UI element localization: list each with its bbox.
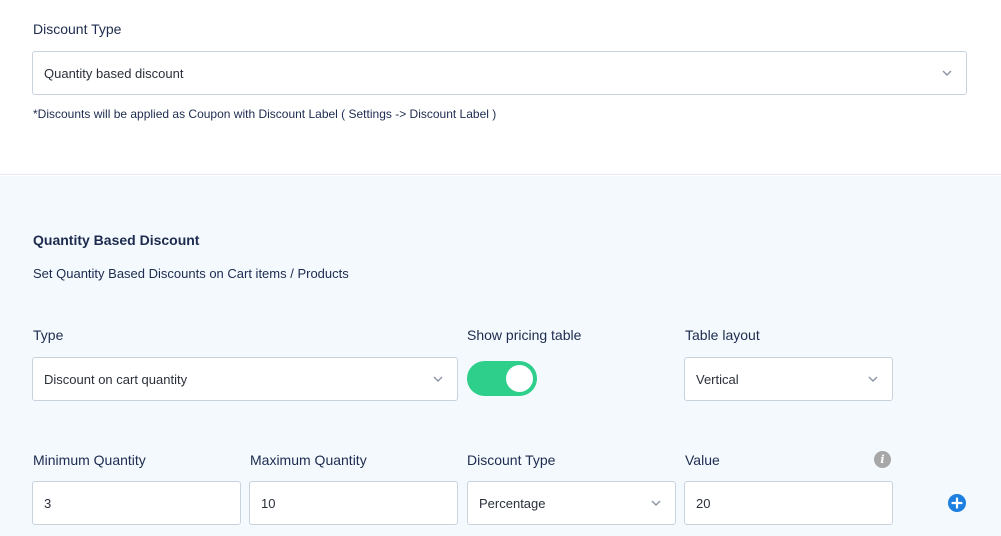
chevron-down-icon bbox=[433, 376, 443, 382]
discount-type-value: Quantity based discount bbox=[44, 65, 184, 81]
minimum-quantity-value: 3 bbox=[44, 495, 52, 511]
discount-type-label: Discount Type bbox=[33, 21, 122, 37]
table-layout-label: Table layout bbox=[685, 327, 760, 343]
maximum-quantity-input[interactable]: 10 bbox=[249, 481, 458, 525]
rule-discount-type-select[interactable]: Percentage bbox=[467, 481, 676, 525]
discount-note: *Discounts will be applied as Coupon wit… bbox=[33, 107, 497, 121]
rule-discount-type-label: Discount Type bbox=[467, 452, 556, 468]
chevron-down-icon bbox=[942, 70, 952, 76]
table-layout-select[interactable]: Vertical bbox=[684, 357, 893, 401]
minimum-quantity-label: Minimum Quantity bbox=[33, 452, 146, 468]
type-label: Type bbox=[33, 327, 64, 343]
toggle-knob bbox=[506, 365, 533, 392]
discount-type-section: Discount Type Quantity based discount *D… bbox=[0, 0, 1001, 175]
value-label: Value bbox=[685, 452, 720, 468]
section-title: Quantity Based Discount bbox=[33, 232, 200, 248]
discount-type-select[interactable]: Quantity based discount bbox=[32, 51, 967, 95]
value-input[interactable]: 20 bbox=[684, 481, 893, 525]
add-rule-icon[interactable] bbox=[948, 494, 966, 512]
show-pricing-table-toggle[interactable] bbox=[467, 361, 537, 396]
info-icon[interactable]: i bbox=[874, 451, 891, 468]
type-value: Discount on cart quantity bbox=[44, 371, 188, 387]
show-pricing-table-label: Show pricing table bbox=[467, 327, 582, 343]
rule-discount-type-value: Percentage bbox=[479, 495, 546, 511]
chevron-down-icon bbox=[651, 500, 661, 506]
chevron-down-icon bbox=[868, 376, 878, 382]
maximum-quantity-label: Maximum Quantity bbox=[250, 452, 367, 468]
value-value: 20 bbox=[696, 495, 711, 511]
minimum-quantity-input[interactable]: 3 bbox=[32, 481, 241, 525]
section-subtitle: Set Quantity Based Discounts on Cart ite… bbox=[33, 266, 349, 281]
maximum-quantity-value: 10 bbox=[261, 495, 276, 511]
table-layout-value: Vertical bbox=[696, 371, 739, 387]
type-select[interactable]: Discount on cart quantity bbox=[32, 357, 458, 401]
